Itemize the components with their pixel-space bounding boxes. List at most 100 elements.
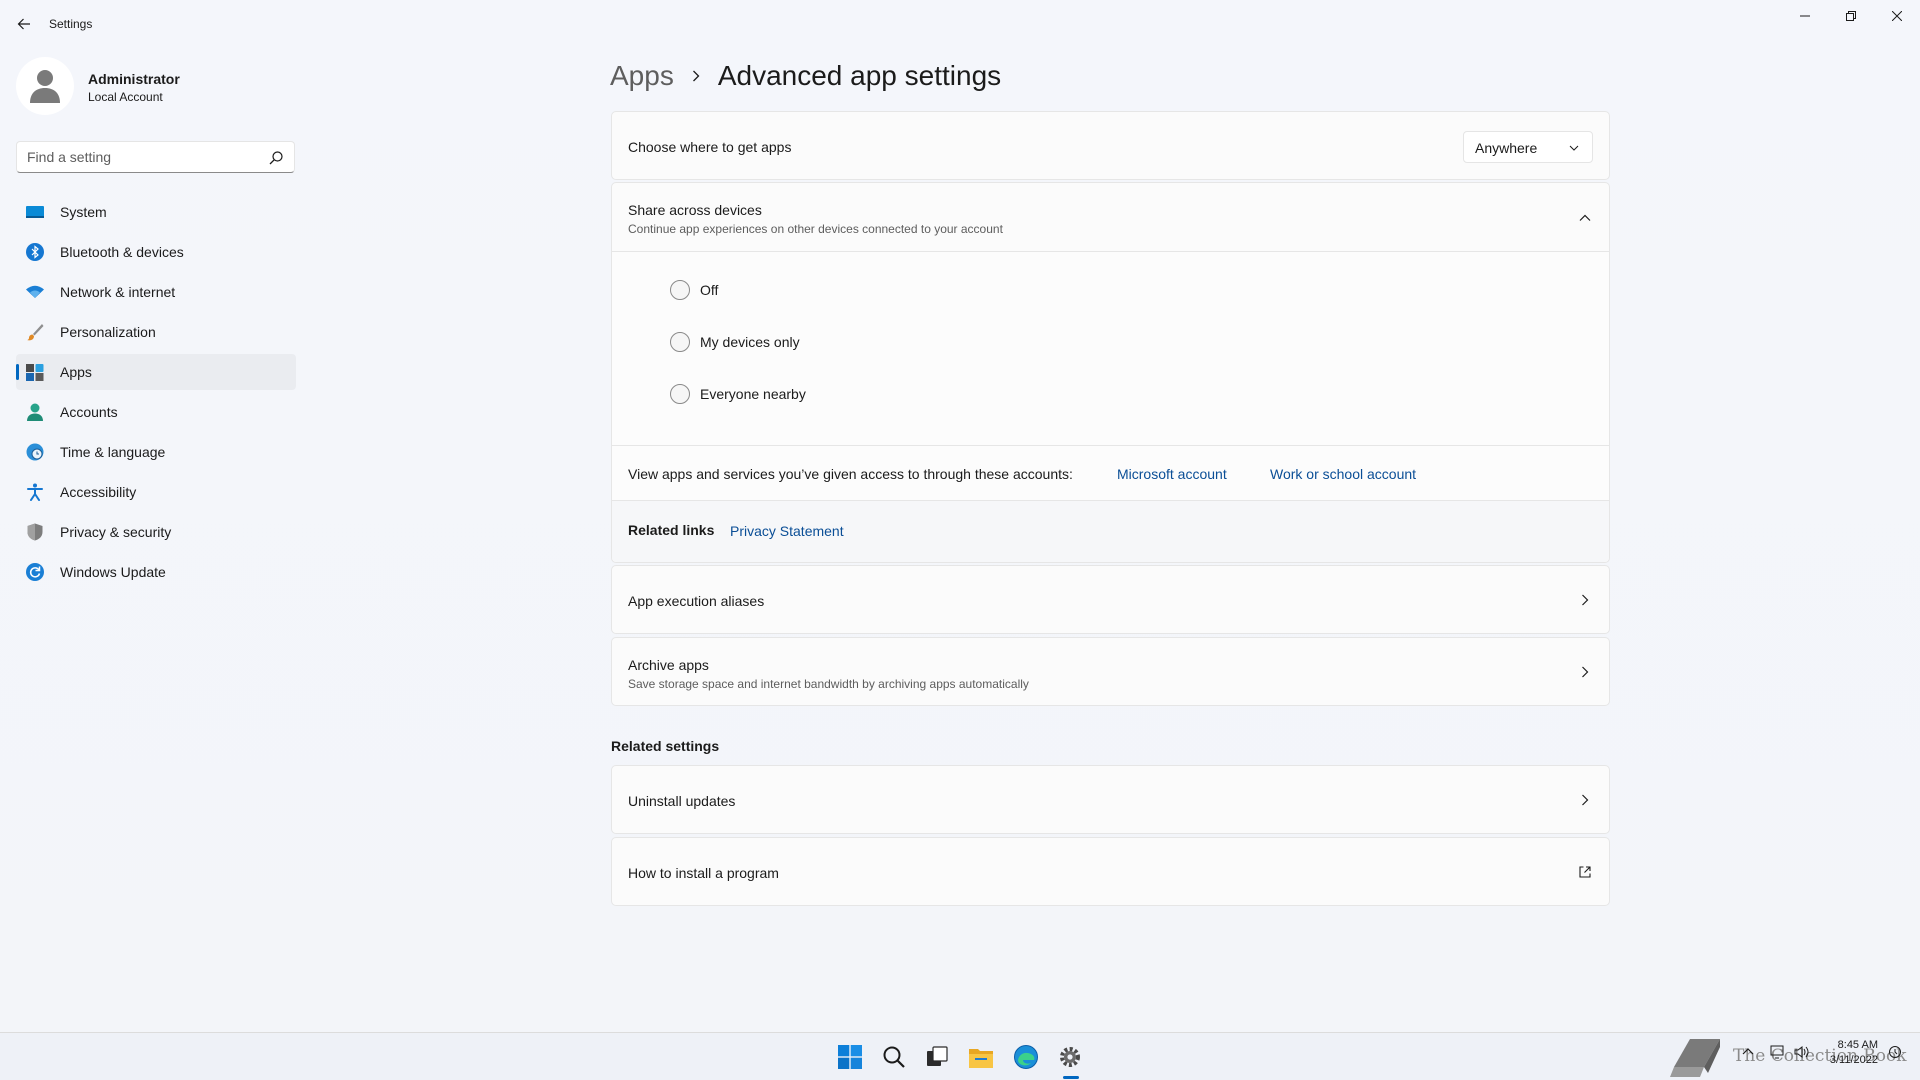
brush-icon xyxy=(27,324,44,341)
archive-apps-card[interactable]: Archive apps Save storage space and inte… xyxy=(611,637,1610,706)
chevron-up-icon[interactable] xyxy=(1577,210,1593,226)
task-view-button[interactable] xyxy=(921,1041,953,1073)
gear-icon xyxy=(1060,1047,1080,1067)
book-icon xyxy=(1670,1039,1720,1077)
sidebar-item-apps[interactable]: Apps xyxy=(16,354,296,390)
sidebar-item-personalization[interactable]: Personalization xyxy=(16,314,296,350)
watermark-text: The Collection Book xyxy=(1733,1046,1907,1066)
user-avatar-icon xyxy=(30,70,60,103)
search-box[interactable] xyxy=(16,141,295,173)
radio-button[interactable] xyxy=(670,280,690,300)
breadcrumb: Apps Advanced app settings xyxy=(610,56,1001,96)
back-arrow-icon xyxy=(17,18,30,30)
radio-option-everyone[interactable]: Everyone nearby xyxy=(670,382,806,406)
settings-window: Settings Administrator Local Account Sys… xyxy=(0,0,1920,1032)
how-to-install-card[interactable]: How to install a program xyxy=(611,837,1610,906)
search-input[interactable] xyxy=(27,148,257,166)
how-to-install-title: How to install a program xyxy=(628,865,779,881)
person-icon xyxy=(27,403,43,421)
dropdown-selected-value: Anywhere xyxy=(1475,140,1538,156)
network-icon xyxy=(1770,1045,1784,1059)
sidebar-item-bluetooth[interactable]: Bluetooth & devices xyxy=(16,234,296,270)
active-app-indicator xyxy=(1063,1076,1079,1079)
sidebar-item-label: Accounts xyxy=(60,404,118,420)
radio-label: Off xyxy=(700,282,719,298)
sidebar-item-windows-update[interactable]: Windows Update xyxy=(16,554,296,590)
sidebar-item-label: Privacy & security xyxy=(60,524,172,540)
share-devices-desc: Continue app experiences on other device… xyxy=(628,222,1003,236)
profile-account-type: Local Account xyxy=(88,90,163,104)
share-devices-header[interactable]: Share across devices Continue app experi… xyxy=(612,183,1609,252)
accessibility-icon xyxy=(27,483,43,501)
accounts-text: View apps and services you’ve given acce… xyxy=(628,466,1073,482)
share-devices-title: Share across devices xyxy=(628,202,762,218)
settings-taskbar-button[interactable] xyxy=(1054,1041,1086,1073)
external-link-icon xyxy=(1579,866,1591,878)
tray-chevron[interactable] xyxy=(1741,1045,1755,1062)
related-settings-heading: Related settings xyxy=(611,738,720,754)
close-button[interactable] xyxy=(1874,0,1920,32)
sidebar-item-label: Apps xyxy=(60,364,92,380)
app-execution-aliases-card[interactable]: App execution aliases xyxy=(611,565,1610,634)
search-icon[interactable] xyxy=(268,150,284,166)
edge-browser-button[interactable] xyxy=(1010,1041,1042,1073)
chevron-right-icon xyxy=(1582,666,1589,678)
sidebar-item-label: Network & internet xyxy=(60,284,176,300)
taskbar-clock[interactable]: 8:45 AM 3/11/2022 xyxy=(1830,1038,1878,1068)
radio-button[interactable] xyxy=(670,384,690,404)
update-icon xyxy=(26,563,44,581)
start-button[interactable] xyxy=(834,1041,866,1073)
get-apps-dropdown[interactable]: Anywhere xyxy=(1463,131,1593,163)
book-logo xyxy=(1668,1037,1726,1079)
windows-logo-icon xyxy=(838,1045,862,1069)
app-title: Settings xyxy=(49,17,93,31)
restore-button[interactable] xyxy=(1828,0,1874,32)
user-profile[interactable]: Administrator Local Account xyxy=(16,57,296,117)
chevron-down-icon xyxy=(1569,145,1579,151)
breadcrumb-parent-apps[interactable]: Apps xyxy=(610,60,674,92)
notification-button[interactable] xyxy=(1888,1045,1902,1062)
sidebar-item-privacy[interactable]: Privacy & security xyxy=(16,514,296,550)
privacy-statement-link[interactable]: Privacy Statement xyxy=(730,523,844,539)
page-title: Advanced app settings xyxy=(717,60,1002,91)
get-apps-card: Choose where to get apps Anywhere xyxy=(611,111,1610,180)
file-explorer-button[interactable] xyxy=(965,1041,997,1073)
taskbar: The Collection Book 8:45 AM 3/11/2022 xyxy=(0,1032,1920,1080)
sidebar-item-time-language[interactable]: Time & language xyxy=(16,434,296,470)
wifi-icon xyxy=(26,285,44,298)
apps-icon xyxy=(26,364,44,381)
radio-option-off[interactable]: Off xyxy=(670,278,718,302)
archive-apps-desc: Save storage space and internet bandwidt… xyxy=(628,677,1029,691)
edge-icon xyxy=(1014,1045,1038,1069)
app-execution-aliases-title: App execution aliases xyxy=(628,593,765,609)
close-icon xyxy=(1892,11,1902,21)
sidebar-item-system[interactable]: System xyxy=(16,194,296,230)
radio-option-my-devices[interactable]: My devices only xyxy=(670,330,800,354)
uninstall-updates-card[interactable]: Uninstall updates xyxy=(611,765,1610,834)
profile-name: Administrator xyxy=(88,71,180,87)
share-devices-card: Share across devices Continue app experi… xyxy=(611,182,1610,563)
share-options-panel: Off My devices only Everyone nearby xyxy=(612,252,1609,446)
system-icon xyxy=(26,206,44,218)
network-status[interactable] xyxy=(1770,1045,1786,1062)
sidebar-item-accounts[interactable]: Accounts xyxy=(16,394,296,430)
task-view-icon xyxy=(927,1046,948,1066)
taskbar-search-button[interactable] xyxy=(878,1041,910,1073)
clock-date: 3/11/2022 xyxy=(1829,1054,1878,1066)
sidebar-item-label: Accessibility xyxy=(60,484,137,500)
back-button[interactable] xyxy=(12,12,36,36)
work-account-link[interactable]: Work or school account xyxy=(1270,466,1416,482)
chevron-right-icon xyxy=(1582,594,1589,606)
uninstall-updates-title: Uninstall updates xyxy=(628,793,736,809)
get-apps-title: Choose where to get apps xyxy=(628,139,792,155)
shield-icon xyxy=(27,523,43,541)
radio-button[interactable] xyxy=(670,332,690,352)
search-icon xyxy=(883,1046,905,1068)
sidebar-item-accessibility[interactable]: Accessibility xyxy=(16,474,296,510)
microsoft-account-link[interactable]: Microsoft account xyxy=(1117,466,1227,482)
volume-status[interactable] xyxy=(1794,1045,1810,1062)
minimize-button[interactable] xyxy=(1782,0,1828,32)
chevron-up-icon xyxy=(1742,1048,1754,1055)
radio-label: My devices only xyxy=(700,334,800,350)
sidebar-item-network[interactable]: Network & internet xyxy=(16,274,296,310)
